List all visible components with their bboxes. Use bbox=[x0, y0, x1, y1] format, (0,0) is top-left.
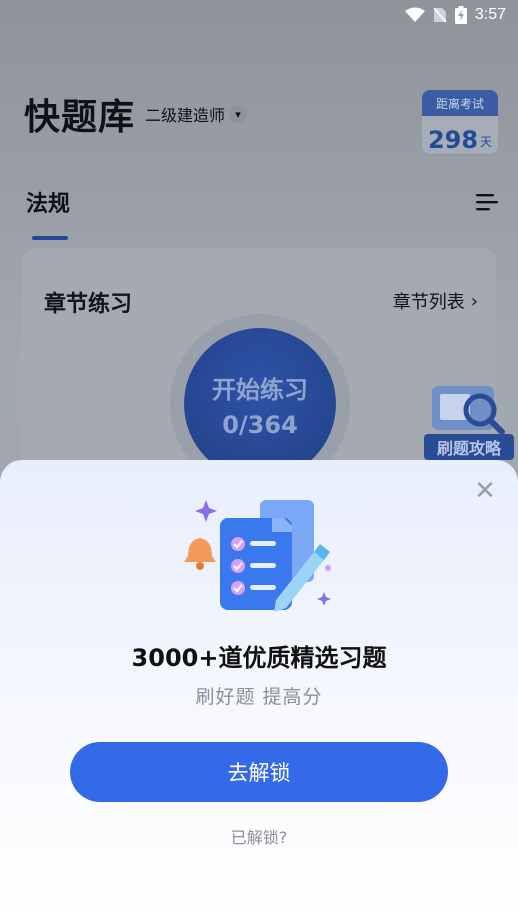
tab-indicator bbox=[32, 236, 68, 240]
strategy-label: 刷题攻略 bbox=[424, 434, 514, 460]
tab-falv[interactable]: 法规 bbox=[26, 186, 70, 218]
strategy-float-button[interactable]: 刷题攻略 bbox=[414, 380, 514, 460]
start-practice-label: 开始练习 bbox=[212, 375, 308, 404]
app-header: 快题库 二级建造师 ▾ bbox=[24, 88, 248, 140]
start-practice-button[interactable]: 开始练习 0/364 bbox=[184, 328, 336, 480]
exam-countdown-value: 298 天 bbox=[422, 116, 498, 154]
practice-progress: 0/364 bbox=[222, 410, 298, 439]
card-title: 章节练习 bbox=[44, 292, 133, 317]
chapter-list-label: 章节列表 bbox=[392, 292, 465, 313]
status-time: 3:57 bbox=[474, 6, 506, 23]
exam-countdown-label: 距离考试 bbox=[422, 90, 498, 116]
status-bar: 3:57 bbox=[0, 0, 518, 30]
subject-tabs: 法规 bbox=[26, 186, 70, 240]
modal-subtitle: 刷好题 提高分 bbox=[195, 686, 323, 708]
wifi-icon bbox=[404, 7, 425, 22]
exam-days-unit: 天 bbox=[480, 135, 493, 149]
modal-title: 3000+道优质精选习题 bbox=[131, 644, 387, 672]
question-list-illustration bbox=[184, 500, 331, 612]
close-icon[interactable]: ✕ bbox=[474, 476, 496, 506]
battery-charging-icon bbox=[454, 6, 467, 24]
unlock-button[interactable]: 去解锁 bbox=[70, 742, 448, 802]
chevron-down-icon: ▾ bbox=[229, 105, 248, 123]
app-title: 快题库 bbox=[24, 97, 136, 138]
exam-countdown-badge[interactable]: 距离考试 298 天 bbox=[422, 90, 498, 154]
no-sim-icon bbox=[433, 7, 447, 23]
chevron-right-icon: › bbox=[470, 290, 478, 312]
book-magnifier-icon bbox=[432, 386, 505, 435]
subject-selector[interactable]: 二级建造师 ▾ bbox=[145, 102, 248, 126]
already-unlocked-link[interactable]: 已解锁? bbox=[0, 824, 518, 848]
menu-icon[interactable] bbox=[474, 192, 498, 212]
exam-days: 298 bbox=[427, 126, 479, 154]
chapter-list-link[interactable]: 章节列表 › bbox=[393, 288, 478, 314]
subject-label: 二级建造师 bbox=[145, 106, 226, 125]
unlock-modal-sheet: ✕ 3000+道优质精选习题 刷好题 提高分 去解锁 已解锁? bbox=[0, 460, 518, 920]
